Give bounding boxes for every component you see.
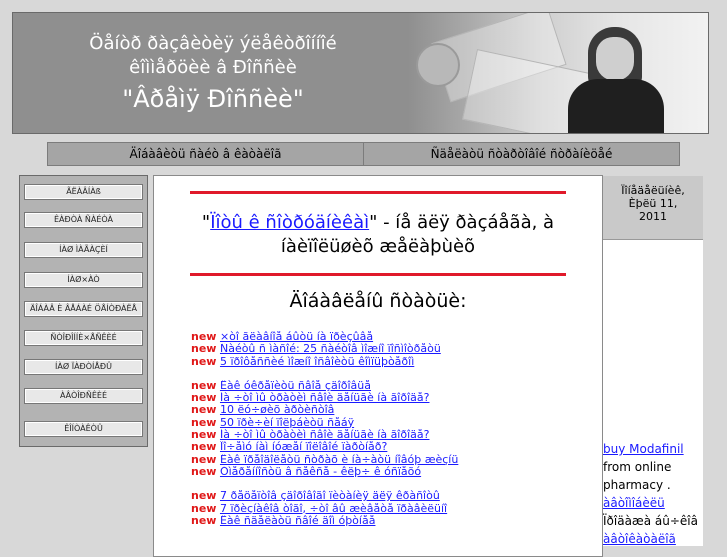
new-badge: new bbox=[191, 502, 217, 515]
woman-face-image bbox=[596, 37, 634, 81]
headline-link[interactable]: Ïîòû ê ñîòðóäíèêàì bbox=[210, 212, 369, 233]
list-item: new 50 ïðè÷èí ïîëþáèòü ñåáÿ bbox=[191, 417, 596, 429]
headline-quote: " bbox=[201, 212, 211, 233]
sidebar-item-2[interactable]: ÊÀÐÒÀ ÑÀÉÒÀ bbox=[24, 212, 143, 228]
list-item: new ×òî ãëàâíîå áûòü íà ïðèçûâå bbox=[191, 331, 596, 343]
new-badge: new bbox=[191, 441, 217, 454]
article-link[interactable]: Óìåðåííîñòü â ñåêñå - êëþ÷ ê óñïåõó bbox=[220, 466, 421, 478]
article-link[interactable]: 5 ïðîôåññèé ìîæíî îñâîèòü êîìïüþòåðîì bbox=[220, 356, 414, 368]
new-badge: new bbox=[191, 404, 217, 417]
header-photo bbox=[408, 13, 708, 133]
new-badge: new bbox=[191, 343, 217, 356]
list-item: new 5 ïðîôåññèé ìîæíî îñâîèòü êîìïüþòåðî… bbox=[191, 356, 596, 368]
date-box: Ïîíåäåëüíèê, Èþëü 11, 2011 bbox=[603, 176, 703, 240]
article-links: new ×òî ãëàâíîå áûòü íà ïðèçûâå new Ñàéò… bbox=[191, 331, 596, 527]
new-badge: new bbox=[191, 416, 217, 429]
list-item: new Íà ÷òî ìû òðàòèì ñâîè äåíüãè íà ãîðî… bbox=[191, 429, 596, 441]
article-link[interactable]: Êàê ïðåîäîëåòü ñòðàõ è íà÷àòü íîâóþ æèçí… bbox=[220, 454, 458, 466]
site-header: Öåíòð ðàçâèòèÿ ýëåêòðîííîé êîììåðöèè â Ð… bbox=[12, 12, 709, 134]
text-ad: buy Modafinil from online pharmacy . àâò… bbox=[603, 440, 713, 548]
ad-link-auto[interactable]: àâòîìîáèëü bbox=[603, 496, 665, 510]
new-badge: new bbox=[191, 429, 217, 442]
woman-body-image bbox=[568, 79, 664, 133]
new-badge: new bbox=[191, 355, 217, 368]
list-item: new 10 ëó÷øèõ àðòèñòîâ bbox=[191, 404, 596, 416]
list-item: new Êàê ïðåîäîëåòü ñòðàõ è íà÷àòü íîâóþ … bbox=[191, 454, 596, 466]
ad-link-modafinil[interactable]: buy Modafinil bbox=[603, 442, 684, 456]
list-item: new Êàê óêðåïèòü ñâîå çäîðîâüå bbox=[191, 380, 596, 392]
sidebar-item-8[interactable]: ÀÂÒÎÐÑÊÈÉ bbox=[24, 388, 143, 404]
sidebar-item-3[interactable]: ÍÀØ ÌÀÃÀÇÈÍ bbox=[24, 242, 143, 258]
new-badge: new bbox=[191, 331, 217, 343]
sidebar-item-7[interactable]: ÍÀØ ÏÀÐÒÍÅÐÛ bbox=[24, 359, 143, 375]
list-item: new Ñàéòû ñ ìàñîé: 25 ñàéòîâ ìîæíî ïîñìî… bbox=[191, 343, 596, 355]
new-badge: new bbox=[191, 514, 217, 527]
sidebar-item-5[interactable]: ÄÎÁÀÂ È ÂÅÁÀÉ ÖÅÍÒÐÀËÅ bbox=[24, 301, 143, 317]
header-title-line1: Öåíòð ðàçâèòèÿ ýëåêòðîííîé bbox=[89, 33, 337, 54]
date-year: 2011 bbox=[639, 210, 667, 223]
article-link[interactable]: 7 ðåöåïòîâ çäîðîâîãî ïèòàíèÿ äëÿ êðàñîòû bbox=[220, 490, 440, 502]
list-item: new 7 ïðèçíàêîâ òîãî, ÷òî âû æèâåòå ïðàâ… bbox=[191, 503, 596, 515]
divider-bottom bbox=[190, 273, 566, 276]
article-link[interactable]: 7 ïðèçíàêîâ òîãî, ÷òî âû æèâåòå ïðàâèëüí… bbox=[220, 503, 447, 515]
new-badge: new bbox=[191, 490, 217, 503]
header-title-line3: "Âðåìÿ Ðîññèè" bbox=[122, 85, 304, 113]
article-link[interactable]: ×òî ãëàâíîå áûòü íà ïðèçûâå bbox=[220, 331, 373, 343]
header-title-line2: êîììåðöèè â Ðîññèè bbox=[129, 57, 297, 78]
new-badge: new bbox=[191, 453, 217, 466]
article-link[interactable]: Ñàéòû ñ ìàñîé: 25 ñàéòîâ ìîæíî ïîñìîòðåò… bbox=[220, 343, 441, 355]
nav-add-site[interactable]: Äîáàâèòü ñàéò â êàòàëîã bbox=[48, 143, 364, 165]
headline: "Ïîòû ê ñîòðóäíèêàì" - íå äëÿ ðàçáåãà, à… bbox=[174, 211, 582, 259]
article-link[interactable]: Ïî÷åìó íàì íóæåí ïîëîâîé ïàðòíåð? bbox=[220, 441, 387, 453]
list-item: new 7 ðåöåïòîâ çäîðîâîãî ïèòàíèÿ äëÿ êðà… bbox=[191, 490, 596, 502]
article-link[interactable]: 10 ëó÷øèõ àðòèñòîâ bbox=[220, 404, 334, 416]
ad-text: Ïðîäàæà áû÷êîâ bbox=[603, 514, 698, 528]
sidebar-item-1[interactable]: ÃËÀÂÍÀß bbox=[24, 184, 143, 200]
new-badge: new bbox=[191, 392, 217, 405]
date-month-day: Èþëü 11, bbox=[628, 197, 678, 210]
ad-text: from online bbox=[603, 460, 672, 474]
sidebar-item-9[interactable]: ÊÎÍÒÀÊÒÛ bbox=[24, 421, 143, 437]
sidebar-item-4[interactable]: ÍÀØ×ÀÒ bbox=[24, 272, 143, 288]
sidebar-item-6[interactable]: ÑÒÎÐÎÍÍÈ×ÅÑÊÈÉ bbox=[24, 330, 143, 346]
new-badge: new bbox=[191, 465, 217, 478]
article-link[interactable]: Êàê óêðåïèòü ñâîå çäîðîâüå bbox=[220, 380, 371, 392]
divider-top bbox=[190, 191, 566, 194]
main-content: "Ïîòû ê ñîòðóäíèêàì" - íå äëÿ ðàçáåãà, à… bbox=[153, 175, 603, 557]
article-link[interactable]: Íà ÷òî ìû òðàòèì ñâîè äåíüãè íà ãîðîäå? bbox=[220, 429, 430, 441]
list-item: new Êàê ñäåëàòü ñâîé äîì óþòíåå bbox=[191, 515, 596, 527]
list-item: new Íà ÷òî ìû òðàòèì ñâîè äåíüãè íà ãîðî… bbox=[191, 392, 596, 404]
ad-text: pharmacy . bbox=[603, 478, 671, 492]
list-item: new Óìåðåííîñòü â ñåêñå - êëþ÷ ê óñïåõó bbox=[191, 466, 596, 478]
top-nav: Äîáàâèòü ñàéò â êàòàëîã Ñäåëàòü ñòàðòîâî… bbox=[47, 142, 680, 166]
section-title: Äîáàâëåíû ñòàòüè: bbox=[289, 290, 467, 312]
article-link[interactable]: 50 ïðè÷èí ïîëþáèòü ñåáÿ bbox=[220, 417, 354, 429]
ad-link-catalog[interactable]: àâòîêàòàëîã bbox=[603, 532, 676, 546]
new-badge: new bbox=[191, 379, 217, 392]
article-link[interactable]: Êàê ñäåëàòü ñâîé äîì óþòíåå bbox=[220, 515, 375, 527]
date-weekday: Ïîíåäåëüíèê, bbox=[621, 184, 685, 197]
sidebar-menu: ÃËÀÂÍÀß ÊÀÐÒÀ ÑÀÉÒÀ ÍÀØ ÌÀÃÀÇÈÍ ÍÀØ×ÀÒ Ä… bbox=[19, 175, 148, 447]
right-column: Ïîíåäåëüíèê, Èþëü 11, 2011 buy Modafinil… bbox=[603, 176, 703, 546]
nav-set-homepage[interactable]: Ñäåëàòü ñòàðòîâîé ñòðàíèöåé bbox=[364, 143, 679, 165]
list-item: new Ïî÷åìó íàì íóæåí ïîëîâîé ïàðòíåð? bbox=[191, 441, 596, 453]
coin-image bbox=[416, 43, 460, 87]
article-link[interactable]: Íà ÷òî ìû òðàòèì ñâîè äåíüãè íà ãîðîäå? bbox=[220, 392, 430, 404]
